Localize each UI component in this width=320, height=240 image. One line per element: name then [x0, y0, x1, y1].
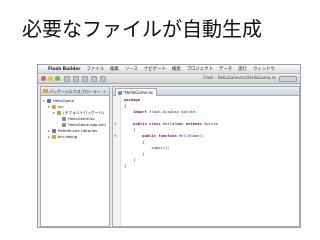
as-file-icon: [62, 117, 66, 121]
project-icon: [47, 99, 51, 103]
editor-tab-hellogame[interactable]: *HelloGame.as: [115, 88, 157, 96]
ide-screenshot: Flash Builder ファイル 編集 ソース ナビゲート 検索 プロジェク…: [37, 64, 301, 228]
explorer-tab[interactable]: パッケージエクスプローラー ×: [41, 87, 109, 96]
folder-icon: [52, 105, 56, 109]
code-token: public: [142, 133, 157, 138]
perspective-switcher[interactable]: [279, 76, 297, 82]
run-icon[interactable]: [91, 76, 97, 82]
window-toolbar: Flash - HelloGame/src/HelloGame.as: [38, 74, 300, 84]
menu-edit[interactable]: 編集: [110, 66, 119, 72]
code-token: flash.display.Sprite;: [146, 109, 198, 114]
code-token: public: [133, 121, 147, 126]
save-icon[interactable]: [73, 76, 79, 82]
code-token: {: [124, 103, 127, 108]
library-icon: [52, 129, 56, 133]
code-token: {: [124, 139, 145, 144]
menu-bar: Flash Builder ファイル 編集 ソース ナビゲート 検索 プロジェク…: [38, 65, 300, 74]
xml-file-icon: [62, 123, 66, 127]
close-icon[interactable]: ×: [103, 87, 106, 96]
menu-source[interactable]: ソース: [125, 66, 138, 72]
tree-item-label: bin-debug: [58, 134, 78, 139]
menu-search[interactable]: 検索: [172, 66, 181, 72]
menu-navigate[interactable]: ナビゲート: [144, 66, 166, 72]
code-token: function: [158, 133, 177, 138]
minimize-window-button[interactable]: [48, 76, 53, 81]
menu-file[interactable]: ファイル: [87, 66, 105, 72]
code-line: }: [113, 163, 299, 169]
package-explorer: パッケージエクスプローラー × ▾ HelloGame ▾ src ▾ (デフォルトパッケ…: [40, 86, 110, 227]
code-token: }: [124, 157, 136, 162]
menu-project[interactable]: プロジェクト: [187, 66, 213, 72]
folder-icon: [52, 135, 56, 139]
new-file-icon[interactable]: [64, 76, 70, 82]
code-token: import: [133, 109, 147, 114]
search-icon[interactable]: [100, 76, 106, 82]
project-tree: ▾ HelloGame ▾ src ▾ (デフォルトパッケージ) HelloGame.as H…: [41, 96, 109, 140]
menu-window[interactable]: ウィンドウ: [253, 66, 275, 72]
window-title: Flash - HelloGame/src/HelloGame.as: [203, 75, 276, 80]
code-token: class: [149, 121, 161, 126]
code-token: package: [124, 97, 141, 102]
tree-item[interactable]: ▸ bin-debug: [41, 134, 109, 140]
fold-marker-icon[interactable]: ⊖: [114, 134, 116, 138]
code-token: }: [124, 151, 145, 156]
code-token: {: [124, 127, 136, 132]
fold-marker-icon[interactable]: ⊖: [114, 122, 116, 126]
close-window-button[interactable]: [41, 76, 46, 81]
package-icon: [57, 111, 61, 115]
package-explorer-icon: [43, 89, 48, 93]
explorer-tab-label: パッケージエクスプローラー: [49, 89, 101, 94]
app-name-menu[interactable]: Flash Builder: [48, 67, 81, 72]
code-token: super();: [124, 145, 170, 150]
menu-data[interactable]: データ: [219, 66, 232, 72]
code-token: HelloGame: [160, 121, 186, 126]
slide-title: 必要なファイルが自動生成: [22, 17, 262, 41]
code-token: Sprite: [201, 121, 218, 126]
zoom-window-button[interactable]: [55, 76, 60, 81]
code-token: extends: [185, 121, 202, 126]
toolbar-buttons: [64, 76, 106, 82]
window-controls: [41, 76, 60, 81]
code-editor: *HelloGame.as package{ import flash.disp…: [112, 86, 300, 227]
code-token: HelloGame(): [176, 133, 205, 138]
debug-icon[interactable]: [82, 76, 88, 82]
expand-toggle-icon[interactable]: ▸: [48, 134, 50, 140]
editor-tab-bar: *HelloGame.as: [113, 87, 299, 96]
menu-run[interactable]: 実行: [238, 66, 247, 72]
code-area[interactable]: package{ import flash.display.Sprite; ⊖ p…: [113, 96, 299, 226]
as-file-icon: [118, 91, 122, 95]
editor-tab-label: *HelloGame.as: [123, 90, 153, 95]
code-token: }: [124, 163, 127, 168]
